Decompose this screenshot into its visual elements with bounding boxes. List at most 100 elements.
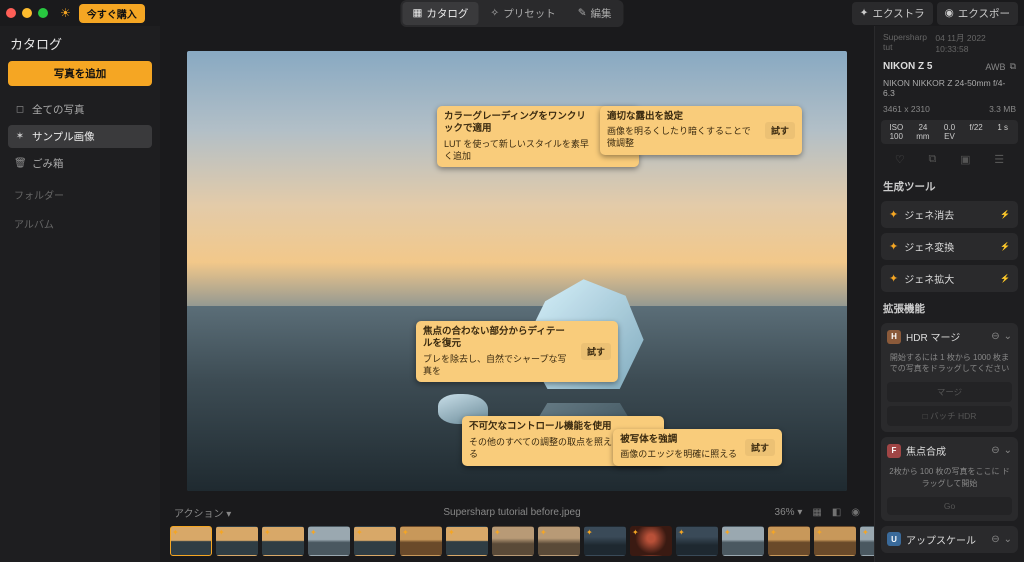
thumbnail[interactable]: ✦ [446, 526, 488, 556]
add-photos-button[interactable]: 写真を追加 [8, 61, 152, 86]
thumbnail[interactable]: ✦ [170, 526, 212, 556]
sidebar-item-samples[interactable]: ✶サンプル画像 [8, 125, 152, 148]
thumbnail[interactable]: ✦ [492, 526, 534, 556]
tip-subject: 被写体を強調画像のエッジを明確に照える 試す [613, 429, 782, 466]
trash-icon: 🗑 [14, 158, 26, 169]
gen-expand-button[interactable]: ✦ジェネ拡大⚡ [881, 265, 1018, 292]
info-icon[interactable]: ☰ [994, 153, 1004, 166]
ext-focus-go-slot[interactable]: Go [887, 497, 1012, 515]
left-sidebar: カタログ 写真を追加 ◻全ての写真 ✶サンプル画像 🗑ごみ箱 フォルダー アルバ… [0, 26, 160, 562]
gen-erase-button[interactable]: ✦ジェネ消去⚡ [881, 201, 1018, 228]
chevron-down-icon[interactable]: ⌄ [1004, 534, 1012, 545]
thumbnail[interactable]: ✦ [676, 526, 718, 556]
focus-icon: F [887, 444, 901, 458]
copy-icon[interactable]: ⧉ [928, 153, 936, 166]
sidebar-item-trash[interactable]: 🗑ごみ箱 [8, 152, 152, 175]
tab-catalog[interactable]: ▦カタログ [402, 2, 478, 25]
zoom-window[interactable] [38, 8, 48, 18]
camera-icon[interactable]: ▣ [960, 153, 970, 166]
minimize-window[interactable] [22, 8, 32, 18]
ext-focus-desc: 2枚から 100 枚の写真をここに ドラッグして開始 [887, 462, 1012, 492]
thumbnail[interactable]: ✦ [308, 526, 350, 556]
tip-try-button[interactable]: 試す [745, 439, 775, 456]
collapse-icon[interactable]: ⊖ [991, 331, 999, 342]
ext-hdr-merge: HHDR マージ⊖⌄ 開始するには 1 枚から 1000 枚までの写真をドラッグ… [881, 323, 1018, 432]
exif-bar: ISO 10024 mm0.0 EVf/221 s [881, 120, 1018, 144]
export-button[interactable]: ◉エクスポー [937, 2, 1018, 25]
canvas-footer: アクション ▾ Supersharp tutorial before.jpeg … [160, 503, 874, 522]
ext-focus-stacking: F焦点合成⊖⌄ 2枚から 100 枚の写真をここに ドラッグして開始 Go [881, 437, 1018, 520]
gen-swap-button[interactable]: ✦ジェネ変換⚡ [881, 233, 1018, 260]
chevron-down-icon[interactable]: ⌄ [1004, 445, 1012, 456]
sidebar-label-albums: アルバム [8, 208, 152, 233]
ext-hdr-merge-slot[interactable]: マージ [887, 382, 1012, 402]
thumbnail[interactable]: ✦ [584, 526, 626, 556]
meta-lens: NIKON NIKKOR Z 24-50mm f/4-6.3 [881, 78, 1018, 98]
thumbnail[interactable]: ✦ [768, 526, 810, 556]
sidebar-label-folders: フォルダー [8, 179, 152, 204]
upscale-icon: U [887, 532, 901, 546]
meta-dimensions: 3461 x 2310 [883, 104, 930, 114]
thumbnail[interactable]: ✦ [630, 526, 672, 556]
collapse-icon[interactable]: ⊖ [991, 534, 999, 545]
thumbnail[interactable]: ✦ [216, 526, 258, 556]
photo-actions: ♡ ⧉ ▣ ☰ [881, 149, 1018, 170]
export-icon: ◉ [945, 7, 954, 19]
title-bar: ☀ 今すぐ購入 ▦カタログ ✧プリセット ✎編集 ✦エクストラ ◉エクスポー [0, 0, 1024, 26]
sidebar-item-all-photos[interactable]: ◻全ての写真 [8, 98, 152, 121]
filmstrip: ✦ ✦ ✦ ✦ ✦ ✦ ✦ ✦ ✦ ✦ ✦ ✦ ✦ ✦ ✦ ✦ ✦ [160, 522, 874, 562]
ext-hdr-batch-slot[interactable]: □ バッチ HDR [887, 406, 1012, 426]
image-viewer[interactable]: カラーグレーディングをワンクリックで適用LUT を使って新しいスタイルを素早く追… [160, 26, 874, 503]
current-photo: カラーグレーディングをワンクリックで適用LUT を使って新しいスタイルを素早く追… [187, 51, 847, 491]
section-extensions: 拡張機能 [881, 297, 1018, 318]
thumbnail[interactable]: ✦ [400, 526, 442, 556]
catalog-icon: ▦ [412, 7, 422, 19]
edit-icon: ✎ [578, 7, 587, 19]
sparkle-icon: ✦ [889, 208, 898, 221]
preview-toggle-icon[interactable]: ◉ [851, 507, 860, 518]
right-panel: Supersharp tut04 11月 2022 10:33:58 NIKON… [874, 26, 1024, 562]
meta-filesize: 3.3 MB [989, 104, 1016, 114]
tab-edit[interactable]: ✎編集 [568, 2, 622, 25]
sidebar-title: カタログ [8, 32, 152, 57]
samples-icon: ✶ [14, 131, 26, 142]
traffic-lights [6, 8, 48, 18]
ext-upscale: Uアップスケール⊖⌄ [881, 526, 1018, 553]
copy-icon[interactable]: ⧉ [1010, 61, 1016, 72]
hdr-icon: H [887, 330, 901, 344]
buy-now-button[interactable]: 今すぐ購入 [79, 4, 145, 23]
extras-button[interactable]: ✦エクストラ [852, 2, 933, 25]
app-logo-icon: ☀ [60, 6, 71, 20]
thumbnail[interactable]: ✦ [354, 526, 396, 556]
layout-grid-icon[interactable]: ▦ [812, 507, 821, 518]
puzzle-icon: ✦ [860, 7, 869, 19]
sparkle-icon: ✦ [889, 240, 898, 253]
compare-icon[interactable]: ◧ [832, 507, 841, 518]
thumbnail[interactable]: ✦ [860, 526, 874, 556]
canvas-area: カラーグレーディングをワンクリックで適用LUT を使って新しいスタイルを素早く追… [160, 26, 874, 562]
chevron-down-icon[interactable]: ⌄ [1004, 331, 1012, 342]
meta-wb: AWB [985, 62, 1005, 72]
sparkle-icon: ✦ [889, 272, 898, 285]
zoom-level[interactable]: 36% ▾ [775, 507, 803, 518]
meta-filename: Supersharp tut [883, 32, 935, 54]
thumbnail[interactable]: ✦ [814, 526, 856, 556]
current-filename: Supersharp tutorial before.jpeg [443, 507, 580, 518]
tip-try-button[interactable]: 試す [765, 122, 795, 139]
tip-sharpen: 焦点の合わない部分からディテールを復元ブレを除去し、自然でシャープな写真を 試す [416, 321, 618, 383]
photos-icon: ◻ [14, 104, 26, 115]
thumbnail[interactable]: ✦ [262, 526, 304, 556]
section-generative: 生成ツール [881, 175, 1018, 196]
tab-presets[interactable]: ✧プリセット [480, 2, 565, 25]
tip-try-button[interactable]: 試す [581, 343, 611, 360]
favorite-icon[interactable]: ♡ [895, 153, 905, 166]
meta-datetime: 04 11月 2022 10:33:58 [935, 32, 1016, 54]
thumbnail[interactable]: ✦ [722, 526, 764, 556]
thumbnail[interactable]: ✦ [538, 526, 580, 556]
bolt-icon: ⚡ [1000, 210, 1010, 219]
close-window[interactable] [6, 8, 16, 18]
collapse-icon[interactable]: ⊖ [991, 445, 999, 456]
mode-switcher: ▦カタログ ✧プリセット ✎編集 [400, 0, 623, 27]
actions-dropdown[interactable]: アクション ▾ [174, 505, 231, 520]
edit-badge-icon: ✦ [172, 528, 179, 537]
